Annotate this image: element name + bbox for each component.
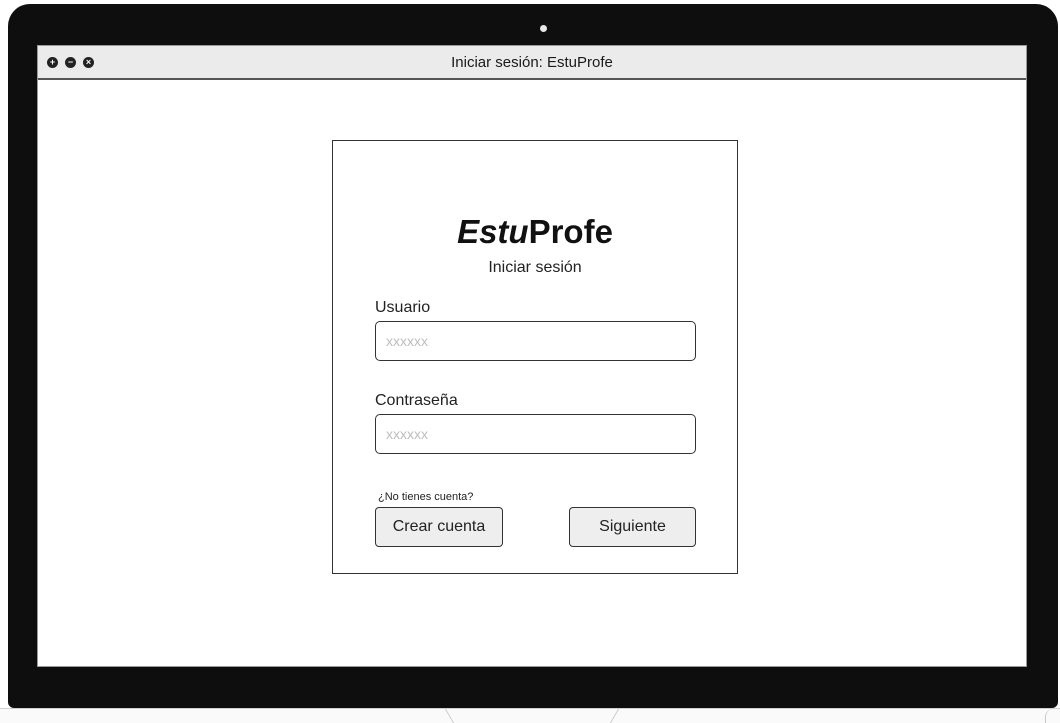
username-label: Usuario <box>375 299 431 316</box>
window-titlebar: + − × Iniciar sesión: EstuProfe <box>38 46 1026 80</box>
page-subtitle: Iniciar sesión <box>488 259 582 276</box>
login-card: EstuProfe Iniciar sesión Usuario Contras… <box>332 140 738 574</box>
base-notch-left <box>432 709 455 723</box>
username-input[interactable] <box>375 321 696 361</box>
camera-dot <box>540 25 547 32</box>
brand-logo: EstuProfe <box>333 213 737 251</box>
next-button[interactable]: Siguiente <box>569 507 696 547</box>
password-label: Contraseña <box>375 392 458 409</box>
base-notch-right <box>609 709 632 723</box>
app-window: + − × Iniciar sesión: EstuProfe EstuProf… <box>37 45 1027 667</box>
laptop-frame: + − × Iniciar sesión: EstuProfe EstuProf… <box>8 4 1058 708</box>
brand-bold: Profe <box>528 213 613 250</box>
laptop-base <box>0 708 1060 723</box>
window-title: Iniciar sesión: EstuProfe <box>451 54 613 71</box>
no-account-text: ¿No tienes cuenta? <box>378 491 474 503</box>
create-account-button[interactable]: Crear cuenta <box>375 507 503 547</box>
brand-italic: Estu <box>457 213 529 250</box>
base-corner <box>1045 709 1056 723</box>
password-input[interactable] <box>375 414 696 454</box>
